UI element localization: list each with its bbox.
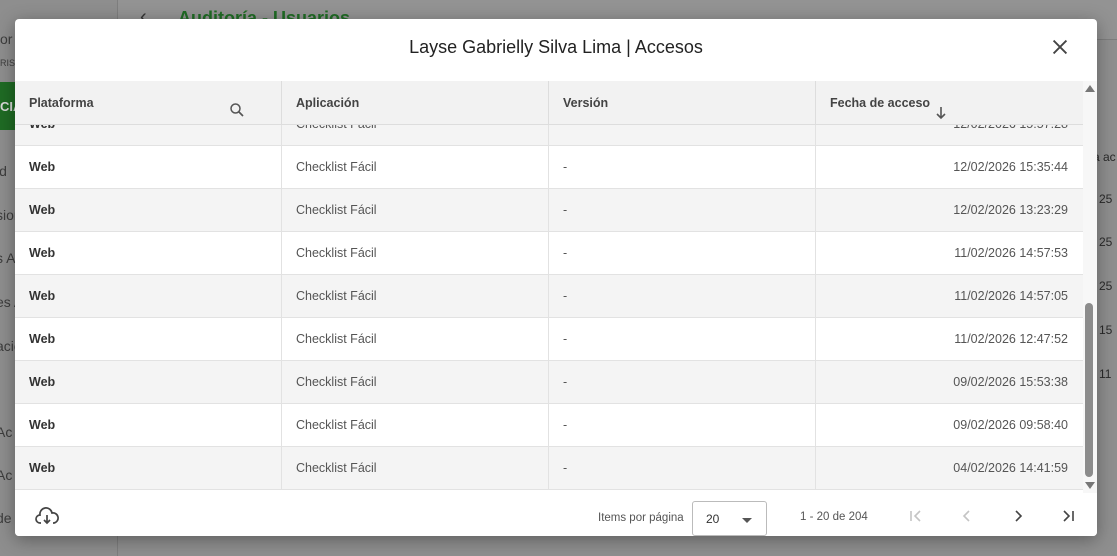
cell-application: Checklist Fácil bbox=[282, 189, 549, 231]
table-row[interactable]: Web Checklist Fácil - 11/02/2026 12:47:52 bbox=[15, 318, 1083, 361]
cell-platform: Web bbox=[15, 275, 282, 317]
table-row[interactable]: Web Checklist Fácil - 04/02/2026 14:41:59 bbox=[15, 447, 1083, 490]
column-header-label: Aplicación bbox=[296, 96, 360, 110]
bg-sidebar-text: or bbox=[0, 31, 13, 47]
page-size-value: 20 bbox=[706, 512, 720, 526]
column-header-access-date[interactable]: Fecha de acceso bbox=[816, 81, 1083, 125]
items-per-page-label: Items por página bbox=[598, 512, 684, 524]
bg-sidebar-text: de bbox=[0, 510, 12, 526]
table-row[interactable]: Web Checklist Fácil - 11/02/2026 14:57:53 bbox=[15, 232, 1083, 275]
cell-platform: Web bbox=[15, 447, 282, 489]
cell-access-date: 11/02/2026 14:57:05 bbox=[954, 289, 1068, 303]
scrollbar-thumb[interactable] bbox=[1085, 303, 1093, 477]
cell-application: Checklist Fácil bbox=[282, 275, 549, 317]
scroll-down-icon[interactable] bbox=[1085, 482, 1095, 489]
dialog-title: Layse Gabrielly Silva Lima | Accesos bbox=[409, 37, 703, 57]
cell-version: - bbox=[549, 447, 816, 489]
previous-page-button[interactable] bbox=[959, 508, 975, 524]
cloud-download-icon bbox=[35, 507, 59, 525]
access-table: Plataforma Aplicación Versión Fecha de a… bbox=[15, 81, 1083, 493]
search-icon[interactable] bbox=[228, 93, 246, 137]
cell-application: Checklist Fácil bbox=[282, 447, 549, 489]
cell-version: - bbox=[549, 146, 816, 188]
bg-cell: 25 bbox=[1099, 279, 1113, 293]
table-row[interactable]: Web Checklist Fácil - 12/02/2026 15:35:44 bbox=[15, 146, 1083, 189]
last-page-button[interactable] bbox=[1060, 508, 1076, 524]
bg-sidebar-text: Ac bbox=[0, 467, 13, 483]
cell-version: - bbox=[549, 361, 816, 403]
first-page-button[interactable] bbox=[908, 508, 924, 524]
download-button[interactable] bbox=[35, 507, 59, 527]
table-row[interactable]: Web Checklist Fácil - 09/02/2026 09:58:40 bbox=[15, 404, 1083, 447]
page-size-select[interactable]: 20 bbox=[692, 501, 767, 536]
cell-application: Checklist Fácil bbox=[282, 146, 549, 188]
bg-cell: 15 bbox=[1099, 323, 1113, 337]
cell-platform: Web bbox=[15, 404, 282, 446]
chevron-right-icon bbox=[1015, 510, 1023, 522]
cell-access-date: 09/02/2026 09:58:40 bbox=[953, 418, 1068, 432]
cell-version: - bbox=[549, 318, 816, 360]
cell-application: Checklist Fácil bbox=[282, 361, 549, 403]
column-header-application[interactable]: Aplicación bbox=[282, 81, 549, 125]
table-row[interactable]: Web Checklist Fácil - 11/02/2026 14:57:05 bbox=[15, 275, 1083, 318]
next-page-button[interactable] bbox=[1010, 508, 1026, 524]
cell-version: - bbox=[549, 232, 816, 274]
cell-access-date: 12/02/2026 13:23:29 bbox=[953, 203, 1068, 217]
cell-application: Checklist Fácil bbox=[282, 404, 549, 446]
cell-platform: Web bbox=[15, 189, 282, 231]
first-page-icon bbox=[910, 510, 921, 522]
access-log-dialog: Layse Gabrielly Silva Lima | Accesos Pla… bbox=[15, 19, 1097, 536]
bg-sidebar-text: Ac bbox=[0, 424, 13, 440]
column-header-version[interactable]: Versión bbox=[549, 81, 816, 125]
pagination-range: 1 - 20 de 204 bbox=[800, 511, 868, 523]
chevron-down-icon bbox=[742, 518, 752, 523]
column-header-label: Plataforma bbox=[29, 96, 94, 110]
cell-access-date: 04/02/2026 14:41:59 bbox=[953, 461, 1068, 475]
bg-cell: 25 bbox=[1099, 235, 1113, 249]
cell-access-date: 12/02/2026 15:35:44 bbox=[953, 160, 1068, 174]
table-body: WebChecklist Fácil-12/02/2026 15:57:28We… bbox=[15, 103, 1083, 490]
cell-access-date: 11/02/2026 14:57:53 bbox=[954, 246, 1068, 260]
table-header: Plataforma Aplicación Versión Fecha de a… bbox=[15, 81, 1083, 125]
cell-application: Checklist Fácil bbox=[282, 318, 549, 360]
arrow-down-icon[interactable] bbox=[934, 95, 948, 139]
cell-version: - bbox=[549, 275, 816, 317]
column-header-label: Fecha de acceso bbox=[830, 96, 931, 110]
bg-sidebar-tag: RIS bbox=[0, 58, 16, 68]
bg-cell: 25 bbox=[1099, 192, 1113, 206]
background-table-edge: a ac 25 25 25 15 11 bbox=[1093, 128, 1117, 478]
cell-access-date: 11/02/2026 12:47:52 bbox=[954, 332, 1068, 346]
table-row[interactable]: Web Checklist Fácil - 09/02/2026 15:53:38 bbox=[15, 361, 1083, 404]
bg-sidebar-text: ld bbox=[0, 163, 7, 179]
column-header-platform[interactable]: Plataforma bbox=[15, 81, 282, 125]
cell-version: - bbox=[549, 404, 816, 446]
cell-platform: Web bbox=[15, 318, 282, 360]
chevron-left-icon bbox=[962, 510, 970, 522]
last-page-icon bbox=[1063, 510, 1074, 522]
cell-platform: Web bbox=[15, 146, 282, 188]
table-footer: Items por página 20 1 - 20 de 204 bbox=[15, 493, 1097, 536]
bg-sidebar-text: s A bbox=[0, 250, 16, 266]
cell-platform: Web bbox=[15, 232, 282, 274]
cell-platform: Web bbox=[15, 361, 282, 403]
cell-access-date: 09/02/2026 15:53:38 bbox=[953, 375, 1068, 389]
cell-application: Checklist Fácil bbox=[282, 232, 549, 274]
close-icon bbox=[1052, 39, 1068, 55]
cell-version: - bbox=[549, 189, 816, 231]
vertical-scrollbar[interactable] bbox=[1083, 81, 1097, 493]
table-row[interactable]: Web Checklist Fácil - 12/02/2026 13:23:29 bbox=[15, 189, 1083, 232]
close-button[interactable] bbox=[1049, 36, 1071, 58]
scroll-up-icon[interactable] bbox=[1085, 85, 1095, 92]
bg-cell: 11 bbox=[1099, 367, 1112, 381]
column-header-label: Versión bbox=[563, 96, 609, 110]
